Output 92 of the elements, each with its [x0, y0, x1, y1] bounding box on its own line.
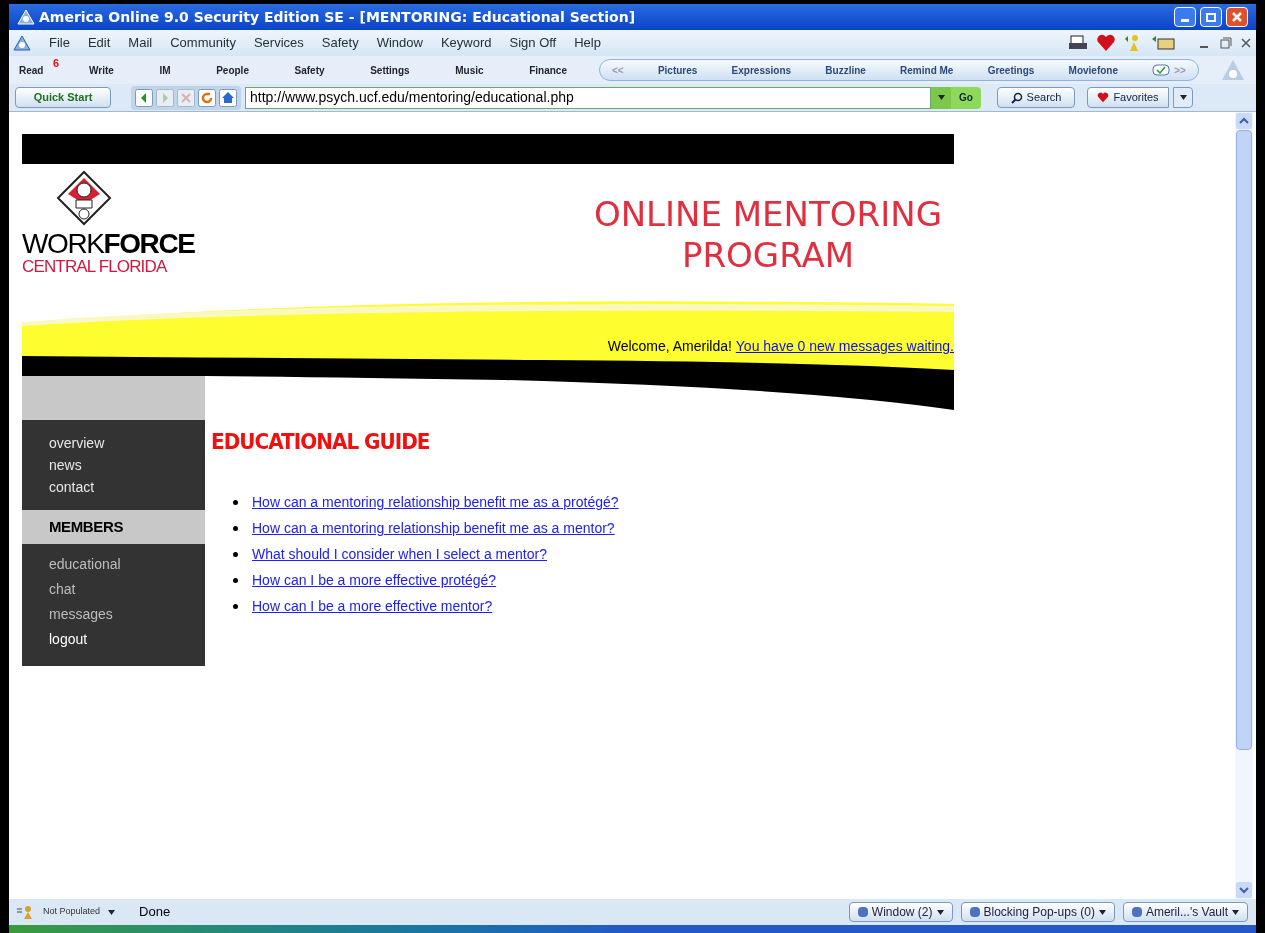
- welcome-text: Welcome, Amerilda!: [607, 337, 733, 356]
- url-field[interactable]: http://www.psych.ucf.edu/mentoring/educational.php: [245, 86, 931, 109]
- toolbar-button[interactable]: Write: [89, 64, 114, 76]
- menu-item[interactable]: Mail: [128, 33, 153, 53]
- toolbar-button[interactable]: Finance: [529, 64, 567, 76]
- toolbar-button[interactable]: Greetings: [987, 62, 1035, 78]
- heart-icon: [1097, 92, 1110, 103]
- scroll-down-icon[interactable]: [1235, 881, 1253, 899]
- quick-start-button[interactable]: Quick Start: [15, 87, 111, 108]
- caret-icon: [108, 909, 116, 915]
- status-button[interactable]: Blocking Pop-ups (0): [960, 902, 1115, 922]
- menu-item[interactable]: Edit: [87, 33, 111, 53]
- status-button[interactable]: Ameril...'s Vault: [1122, 902, 1248, 922]
- guide-link[interactable]: What should I consider when I select a mentor?: [252, 544, 547, 565]
- scroll-thumb[interactable]: [1236, 130, 1252, 750]
- home-icon[interactable]: [219, 88, 237, 107]
- scroll-up-icon[interactable]: [1235, 112, 1253, 130]
- caret-icon: [937, 95, 945, 100]
- menu-item[interactable]: Keyword: [440, 33, 492, 53]
- program-title: ONLINE MENTORING: [593, 194, 942, 235]
- check-icon: [1152, 64, 1171, 76]
- toolbar-button[interactable]: Settings: [370, 64, 410, 76]
- minimize-button[interactable]: [1174, 7, 1196, 27]
- toolbar-button[interactable]: Pictures: [657, 62, 698, 78]
- messages-link[interactable]: You have 0 new messages waiting.: [735, 336, 954, 357]
- logo-subtitle: CENTRAL FLORIDA: [22, 258, 168, 275]
- logo-wordmark: WORKFORCE: [22, 230, 195, 258]
- close-icon[interactable]: [1240, 37, 1252, 49]
- nav-link[interactable]: educational: [49, 552, 205, 577]
- members-heading: MEMBERS: [49, 516, 124, 537]
- nav-link[interactable]: contact: [49, 476, 205, 498]
- go-button[interactable]: Go: [951, 86, 981, 109]
- aol-logo-icon: [17, 9, 35, 25]
- program-title: PROGRAM: [681, 234, 854, 276]
- menu-item[interactable]: Window: [376, 33, 423, 53]
- nav-link[interactable]: logout: [49, 627, 205, 652]
- status-button[interactable]: Window (2): [848, 902, 953, 922]
- toolbar-button[interactable]: Buzzline: [825, 62, 866, 78]
- url-dropdown-button[interactable]: [931, 86, 951, 109]
- person-icon: [17, 905, 35, 919]
- menu-item[interactable]: Help: [574, 33, 601, 53]
- menu-item[interactable]: Sign Off: [509, 33, 557, 53]
- heart-icon: [1096, 34, 1116, 52]
- bullet-icon: [233, 578, 238, 583]
- nav-link[interactable]: messages: [49, 602, 205, 627]
- bullet-icon: [233, 604, 238, 609]
- bullet-icon: [233, 526, 238, 531]
- window-title: America Online 9.0 Security Edition SE - [MENTORING: Educational Section]: [39, 7, 636, 27]
- maximize-button[interactable]: [1200, 7, 1222, 27]
- location-status[interactable]: Not Populated: [43, 905, 101, 919]
- toolbar-button[interactable]: Remind Me: [900, 62, 954, 78]
- favorites-dropdown-button[interactable]: [1173, 87, 1193, 108]
- menu-item[interactable]: Services: [253, 33, 304, 53]
- section-heading: EDUCATIONAL GUIDE: [211, 426, 431, 457]
- nav-link[interactable]: chat: [49, 577, 205, 602]
- favorites-button[interactable]: Favorites: [1087, 87, 1169, 108]
- guide-link[interactable]: How can a mentoring relationship benefit me as a protégé?: [252, 492, 619, 513]
- search-icon: [1010, 91, 1023, 104]
- nav-link[interactable]: news: [49, 454, 205, 476]
- toolbar-button[interactable]: IM: [159, 64, 171, 76]
- reload-icon[interactable]: [198, 88, 216, 107]
- bullet-icon: [233, 500, 238, 505]
- toolbar-button[interactable]: Moviefone: [1068, 62, 1118, 78]
- nav-link[interactable]: overview: [49, 432, 205, 454]
- caret-icon: [936, 909, 944, 915]
- caret-icon: [1179, 95, 1187, 100]
- toolbar-button[interactable]: Read: [19, 64, 44, 76]
- guide-link[interactable]: How can a mentoring relationship benefit me as a mentor?: [252, 518, 615, 539]
- menu-item[interactable]: File: [49, 33, 70, 53]
- caret-icon: [1098, 909, 1106, 915]
- menu-item[interactable]: Community: [170, 33, 236, 53]
- logo-emblem-icon: [56, 170, 112, 226]
- search-button[interactable]: Search: [997, 87, 1075, 108]
- printer-icon: [1068, 35, 1088, 51]
- toolbar-button[interactable]: Music: [455, 64, 484, 76]
- back-icon[interactable]: [135, 88, 153, 107]
- menu-item[interactable]: Safety: [321, 33, 359, 53]
- aol-logo-icon: [13, 35, 31, 51]
- caret-icon: [1232, 909, 1239, 915]
- toolbar-button[interactable]: Safety: [294, 64, 325, 76]
- restore-icon[interactable]: [1220, 37, 1232, 49]
- bullet-icon: [233, 552, 238, 557]
- guide-link[interactable]: How can I be a more effective mentor?: [252, 596, 493, 617]
- mail-icon: [1152, 35, 1176, 51]
- close-icon: [1231, 11, 1243, 23]
- status-text: Done: [139, 903, 171, 922]
- aol-logo-icon: [1220, 58, 1246, 82]
- toolbar-button[interactable]: People: [216, 64, 249, 76]
- close-button[interactable]: [1226, 7, 1248, 27]
- unread-count: 6: [53, 55, 60, 71]
- guide-link[interactable]: How can I be a more effective protégé?: [252, 570, 497, 591]
- toolbar-button[interactable]: Expressions: [731, 62, 792, 78]
